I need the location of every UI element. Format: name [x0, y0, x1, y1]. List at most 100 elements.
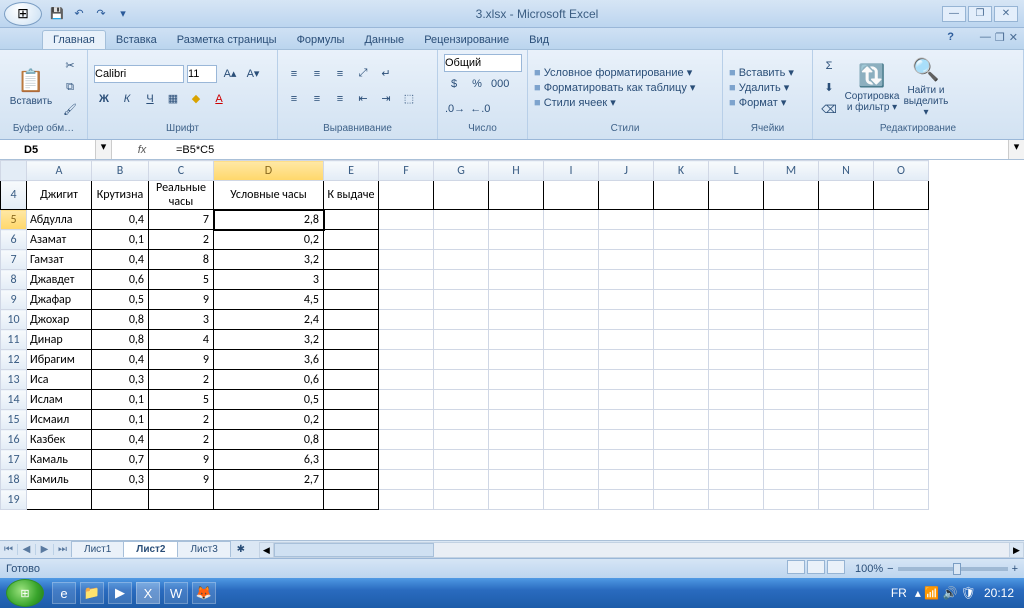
cell[interactable]: [434, 430, 489, 450]
shrink-font-icon[interactable]: A▾: [243, 64, 263, 84]
row-header[interactable]: 17: [1, 450, 27, 470]
cell[interactable]: [764, 250, 819, 270]
close-button[interactable]: ✕: [994, 6, 1018, 22]
cell[interactable]: 0,6: [92, 270, 149, 290]
row-header[interactable]: 19: [1, 490, 27, 510]
new-sheet-icon[interactable]: ✱: [231, 540, 251, 560]
taskbar-ie-icon[interactable]: e: [52, 582, 76, 604]
cell[interactable]: [764, 210, 819, 230]
cell[interactable]: [544, 310, 599, 330]
cell[interactable]: Условные часы: [214, 181, 324, 210]
cell[interactable]: 0,2: [214, 230, 324, 250]
cell[interactable]: [149, 490, 214, 510]
cell[interactable]: 2: [149, 410, 214, 430]
cell[interactable]: [654, 181, 709, 210]
align-bottom-icon[interactable]: ≡: [330, 64, 350, 84]
cell[interactable]: [764, 230, 819, 250]
cell[interactable]: [819, 290, 874, 310]
cell[interactable]: [544, 370, 599, 390]
inner-minimize-icon[interactable]: —: [980, 31, 991, 44]
tab-view[interactable]: Вид: [519, 31, 559, 49]
cell[interactable]: [654, 230, 709, 250]
grow-font-icon[interactable]: A▴: [220, 64, 240, 84]
cell[interactable]: 5: [149, 270, 214, 290]
cell[interactable]: [819, 210, 874, 230]
cell[interactable]: 5: [149, 390, 214, 410]
cell[interactable]: [709, 210, 764, 230]
border-icon[interactable]: ▦: [163, 89, 183, 109]
cell[interactable]: [764, 290, 819, 310]
taskbar-media-icon[interactable]: ▶: [108, 582, 132, 604]
cell[interactable]: 9: [149, 470, 214, 490]
cell[interactable]: [544, 390, 599, 410]
cell[interactable]: [489, 470, 544, 490]
cell[interactable]: [709, 370, 764, 390]
cell[interactable]: 0,5: [92, 290, 149, 310]
cell[interactable]: [489, 350, 544, 370]
cell[interactable]: Казбек: [27, 430, 92, 450]
cell[interactable]: [874, 310, 929, 330]
cell[interactable]: 0,3: [92, 370, 149, 390]
cell[interactable]: Джохар: [27, 310, 92, 330]
currency-icon[interactable]: $: [444, 74, 464, 94]
cell[interactable]: Реальные часы: [149, 181, 214, 210]
italic-icon[interactable]: К: [117, 89, 137, 109]
cell[interactable]: [599, 350, 654, 370]
col-header-E[interactable]: E: [324, 161, 379, 181]
cell[interactable]: [819, 410, 874, 430]
cell[interactable]: [544, 270, 599, 290]
cell[interactable]: 4,5: [214, 290, 324, 310]
cell[interactable]: 0,8: [92, 330, 149, 350]
cell[interactable]: [379, 270, 434, 290]
sheet-nav-next-icon[interactable]: ▶: [36, 544, 54, 555]
cell[interactable]: 9: [149, 290, 214, 310]
cell[interactable]: [819, 230, 874, 250]
cell[interactable]: [489, 250, 544, 270]
cell[interactable]: 0,1: [92, 230, 149, 250]
format-as-table-button[interactable]: Форматировать как таблицу ▾: [534, 81, 695, 94]
inner-close-icon[interactable]: ✕: [1009, 31, 1018, 44]
col-header-M[interactable]: M: [764, 161, 819, 181]
cell[interactable]: [599, 250, 654, 270]
col-header-D[interactable]: D: [214, 161, 324, 181]
help-icon[interactable]: ?: [947, 31, 954, 43]
cell[interactable]: [434, 350, 489, 370]
cell[interactable]: [544, 450, 599, 470]
cell[interactable]: [599, 270, 654, 290]
cell[interactable]: [379, 470, 434, 490]
cell[interactable]: 9: [149, 450, 214, 470]
cell[interactable]: [489, 181, 544, 210]
hscroll-thumb[interactable]: [274, 543, 434, 557]
cell[interactable]: [819, 470, 874, 490]
cell[interactable]: [434, 390, 489, 410]
zoom-level[interactable]: 100%: [855, 563, 883, 575]
cell[interactable]: [489, 230, 544, 250]
orientation-icon[interactable]: ⤢: [353, 64, 373, 84]
cell[interactable]: 0,8: [92, 310, 149, 330]
cell[interactable]: [764, 330, 819, 350]
spreadsheet-grid[interactable]: ABCDEFGHIJKLMNO 4ДжигитКрутизнаРеальные …: [0, 160, 1024, 540]
cell[interactable]: [379, 330, 434, 350]
sheet-tab-Лист2[interactable]: Лист2: [123, 541, 178, 557]
undo-icon[interactable]: ↶: [70, 5, 88, 23]
cell[interactable]: [544, 490, 599, 510]
cell[interactable]: [324, 330, 379, 350]
sheet-tab-Лист1[interactable]: Лист1: [71, 541, 124, 557]
cell[interactable]: [324, 370, 379, 390]
cell[interactable]: 3: [149, 310, 214, 330]
taskbar-word-icon[interactable]: W: [164, 582, 188, 604]
cell[interactable]: Ибрагим: [27, 350, 92, 370]
cell[interactable]: [324, 390, 379, 410]
tab-home[interactable]: Главная: [42, 30, 106, 49]
row-header[interactable]: 5: [1, 210, 27, 230]
cell[interactable]: [379, 290, 434, 310]
cell[interactable]: [764, 310, 819, 330]
cell[interactable]: [819, 330, 874, 350]
cut-icon[interactable]: ✂: [60, 56, 80, 76]
cell[interactable]: 4: [149, 330, 214, 350]
col-header-N[interactable]: N: [819, 161, 874, 181]
cell[interactable]: К выдаче: [324, 181, 379, 210]
cell[interactable]: 0,4: [92, 430, 149, 450]
cell[interactable]: [599, 370, 654, 390]
cell[interactable]: [874, 210, 929, 230]
